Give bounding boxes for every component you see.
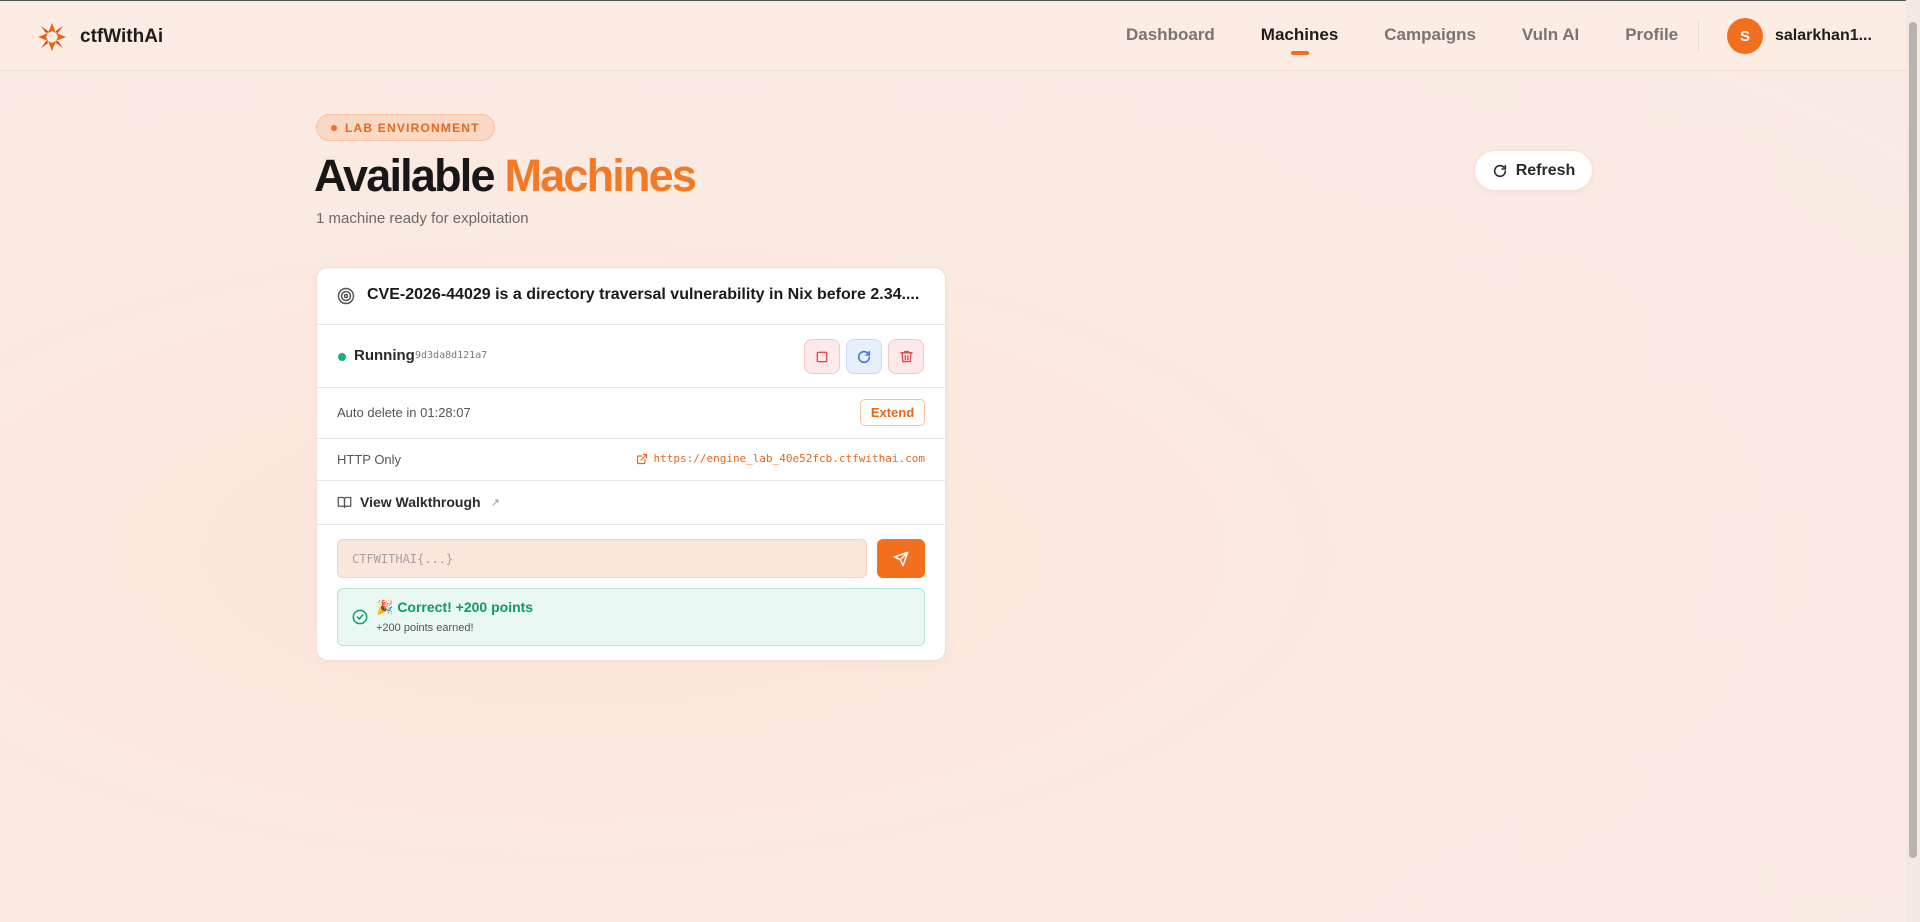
badge-label: LAB ENVIRONMENT	[345, 120, 480, 135]
book-icon	[337, 496, 352, 508]
auto-delete-timer: Auto delete in 01:28:07	[337, 405, 471, 420]
lab-environment-badge: LAB ENVIRONMENT	[316, 114, 495, 141]
check-circle-icon	[352, 609, 368, 625]
brand[interactable]: ctfWithAi	[34, 19, 163, 55]
access-row: HTTP Only https://engine_lab_40e52fcb.ct…	[317, 439, 945, 481]
submit-flag-button[interactable]	[877, 539, 925, 578]
refresh-icon	[1493, 164, 1506, 177]
machine-id: 9d3da8d121a7	[415, 350, 488, 361]
machine-status-row: Running 9d3da8d121a7	[317, 325, 945, 388]
user-menu[interactable]: S salarkhan1...	[1727, 18, 1872, 54]
nav-profile[interactable]: Profile	[1625, 25, 1678, 45]
nav-dashboard[interactable]: Dashboard	[1126, 25, 1215, 45]
machine-url-link[interactable]: https://engine_lab_40e52fcb.ctfwithai.co…	[636, 452, 925, 465]
page-title: Available Machines	[314, 150, 697, 202]
nav-divider	[1698, 21, 1699, 51]
machine-title-row: CVE-2026-44029 is a directory traversal …	[317, 268, 945, 325]
access-type: HTTP Only	[337, 452, 402, 467]
auto-delete-row: Auto delete in 01:28:07 Extend	[317, 388, 945, 439]
page-subtitle: 1 machine ready for exploitation	[316, 210, 529, 227]
machine-card: CVE-2026-44029 is a directory traversal …	[316, 267, 946, 661]
avatar[interactable]: S	[1727, 18, 1763, 54]
status-dot	[338, 353, 346, 361]
machine-title: CVE-2026-44029 is a directory traversal …	[367, 286, 920, 303]
extend-button[interactable]: Extend	[860, 399, 925, 426]
stop-icon	[816, 351, 828, 362]
send-icon	[893, 551, 909, 566]
nav-machines[interactable]: Machines	[1261, 25, 1338, 45]
restart-button[interactable]	[846, 339, 882, 374]
status-label: Running	[354, 347, 415, 364]
page-title-accent: Machines	[504, 150, 696, 201]
view-walkthrough-link[interactable]: View Walkthrough ↗	[337, 494, 500, 510]
logo-icon	[38, 23, 66, 51]
nav-vuln-ai[interactable]: Vuln AI	[1522, 25, 1579, 45]
success-title: 🎉 Correct! +200 points	[376, 599, 534, 615]
walkthrough-arrow-icon: ↗	[490, 496, 500, 509]
brand-name: ctfWithAi	[80, 26, 164, 47]
refresh-label: Refresh	[1515, 161, 1576, 179]
stop-button[interactable]	[804, 339, 840, 374]
user-name[interactable]: salarkhan1...	[1775, 27, 1872, 45]
page-title-main: Available	[314, 150, 496, 201]
machine-url[interactable]: https://engine_lab_40e52fcb.ctfwithai.co…	[653, 452, 925, 465]
restart-icon	[857, 350, 871, 363]
walkthrough-row: View Walkthrough ↗	[317, 481, 945, 525]
refresh-button[interactable]: Refresh	[1474, 150, 1593, 191]
main-nav: Dashboard Machines Campaigns Vuln AI Pro…	[1126, 25, 1724, 45]
success-subtitle: +200 points earned!	[376, 622, 474, 634]
scrollbar-thumb[interactable]	[1909, 22, 1917, 858]
badge-dot	[331, 124, 337, 131]
external-link-icon	[637, 453, 648, 464]
walkthrough-label[interactable]: View Walkthrough	[360, 494, 481, 510]
delete-button[interactable]	[888, 339, 924, 374]
top-navbar: ctfWithAi Dashboard Machines Campaigns V…	[0, 0, 1920, 71]
target-icon	[337, 287, 355, 305]
success-message: 🎉 Correct! +200 points +200 points earne…	[337, 588, 925, 646]
trash-icon	[899, 350, 913, 363]
flag-input[interactable]	[337, 539, 867, 578]
nav-campaigns[interactable]: Campaigns	[1384, 25, 1476, 45]
